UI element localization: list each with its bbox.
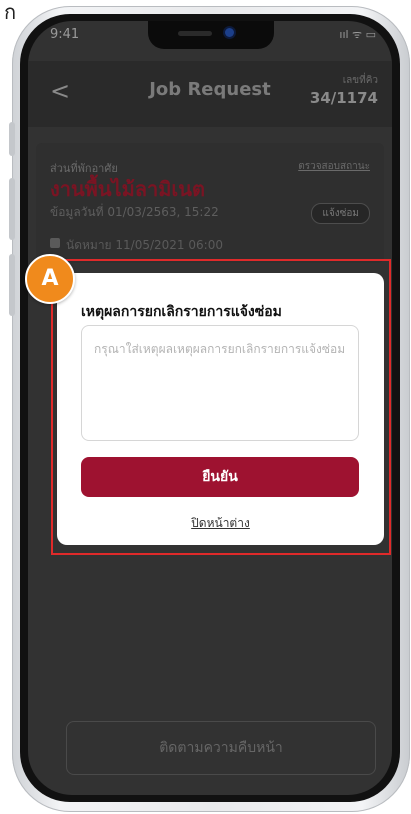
- volume-down-button: [9, 254, 15, 316]
- track-progress-button[interactable]: ติดตามความคืบหน้า: [66, 721, 376, 775]
- calendar-icon: [50, 238, 60, 248]
- appointment-date: นัดหมาย 11/05/2021 06:00: [66, 238, 223, 252]
- front-camera-icon: [225, 28, 234, 37]
- confirm-button[interactable]: ยืนยัน: [81, 457, 359, 497]
- notch: [148, 21, 274, 49]
- cancel-reason-input[interactable]: [81, 325, 359, 441]
- annotation-badge: A: [25, 254, 75, 304]
- check-status-link[interactable]: ตรวจสอบสถานะ: [298, 159, 370, 174]
- job-date: ข้อมูลวันที่ 01/03/2563, 15:22: [50, 205, 219, 219]
- speaker-grille: [178, 31, 212, 36]
- queue-number-label: เลขที่คิว: [342, 75, 378, 86]
- close-dialog-link[interactable]: ปิดหน้าต่าง: [57, 514, 384, 533]
- app-header: < Job Request เลขที่คิว 34/1174: [28, 61, 392, 127]
- mute-switch: [9, 122, 15, 156]
- job-card[interactable]: ส่วนที่พักอาศัย ตรวจสอบสถานะ งานพื้นไม้ล…: [36, 143, 384, 263]
- status-time: 9:41: [50, 27, 80, 42]
- queue-number-value: 34/1174: [309, 89, 378, 107]
- job-title: งานพื้นไม้ลามิเนต: [50, 177, 205, 201]
- dialog-title: เหตุผลการยกเลิกรายการแจ้งซ่อม: [81, 304, 282, 320]
- cancel-reason-dialog: เหตุผลการยกเลิกรายการแจ้งซ่อม ยืนยัน ปิด…: [57, 273, 384, 545]
- status-badge: แจ้งซ่อม: [311, 203, 370, 224]
- volume-up-button: [9, 178, 15, 240]
- status-icons: ııl ᯤ ▭: [339, 28, 376, 41]
- corner-text: ก: [4, 0, 17, 24]
